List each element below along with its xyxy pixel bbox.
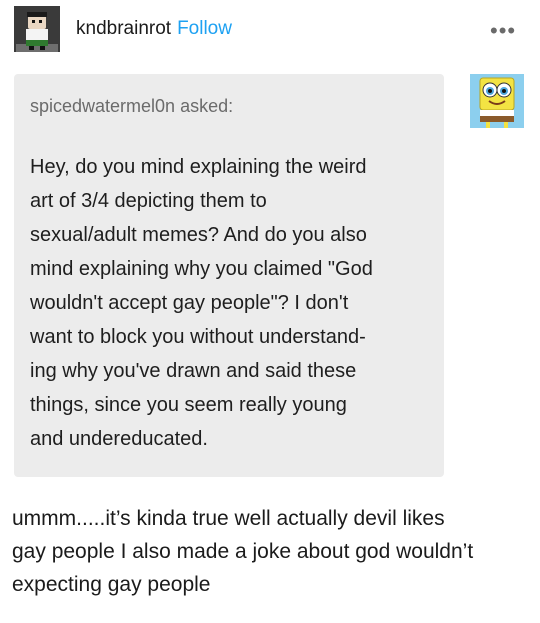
ask-box: spicedwatermel0n asked: Hey, do you mind… <box>14 74 444 477</box>
username-link[interactable]: kndbrainrot <box>76 18 171 39</box>
question-line: sexual/adult memes? And do you also <box>30 224 367 246</box>
question-line: mind explaining why you claimed "God <box>30 258 373 280</box>
post-header: kndbrainrot Follow ••• <box>0 0 540 60</box>
question-line: art of 3/4 depicting them to <box>30 190 267 212</box>
asker-line: spicedwatermel0n asked: <box>30 96 233 117</box>
asker-avatar[interactable] <box>470 74 524 128</box>
answer-line: ummm.....it’s kinda true well actually d… <box>12 507 445 530</box>
question-line: and undereducated. <box>30 428 208 450</box>
post-author: kndbrainrot Follow <box>76 18 232 40</box>
follow-button[interactable]: Follow <box>177 18 232 39</box>
question-line: wouldn't accept gay people"? I don't <box>30 292 349 314</box>
question-line: want to block you without understand- <box>30 326 366 348</box>
answer-text: ummm.....it’s kinda true well actually d… <box>12 502 532 601</box>
question-line: Hey, do you mind explaining the weird <box>30 156 367 178</box>
answer-line: gay people I also made a joke about god … <box>12 540 474 563</box>
asker-username[interactable]: spicedwatermel0n <box>30 96 175 116</box>
more-options-icon[interactable]: ••• <box>490 18 516 44</box>
blog-avatar[interactable] <box>14 6 60 52</box>
question-line: ing why you've drawn and said these <box>30 360 357 382</box>
question-text: Hey, do you mind explaining the weird ar… <box>30 150 435 456</box>
question-line: things, since you seem really young <box>30 394 347 416</box>
asked-label: asked: <box>180 96 234 116</box>
answer-line: expecting gay people <box>12 573 211 596</box>
